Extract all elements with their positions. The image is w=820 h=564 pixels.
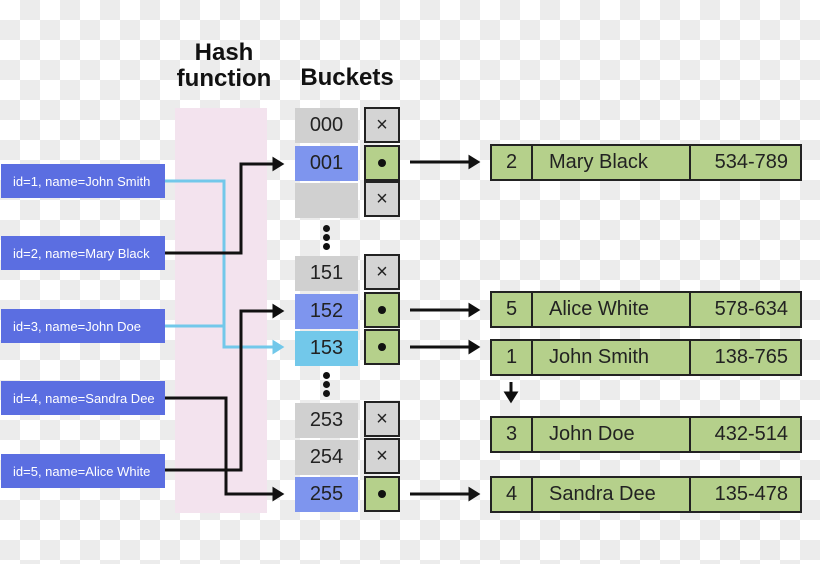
ellipsis-icon xyxy=(321,223,331,252)
pointer-cell xyxy=(364,145,400,181)
record-phone: 534-789 xyxy=(714,151,788,173)
bucket-index: 151 xyxy=(295,256,358,291)
null-pointer-cell: × xyxy=(364,107,400,143)
null-x-icon: × xyxy=(376,407,388,430)
record-row: 5 Alice White 578-634 xyxy=(490,291,802,328)
null-x-icon: × xyxy=(376,187,388,210)
pointer-dot-icon xyxy=(378,306,386,314)
null-x-icon: × xyxy=(376,444,388,467)
key-box: id=4, name=Sandra Dee xyxy=(1,381,165,415)
record-phone: 138-765 xyxy=(714,346,788,368)
pointer-dot-icon xyxy=(378,490,386,498)
null-pointer-cell: × xyxy=(364,254,400,290)
pointer-cell xyxy=(364,329,400,365)
record-name: John Doe xyxy=(533,418,691,451)
record-phone: 135-478 xyxy=(714,483,788,505)
pointer-dot-icon xyxy=(378,343,386,351)
record-id: 1 xyxy=(492,341,533,374)
key-box: id=1, name=John Smith xyxy=(1,164,165,198)
bucket-index: 152 xyxy=(295,294,358,329)
link-key1-bucket153 xyxy=(165,179,285,355)
record-id: 4 xyxy=(492,478,533,511)
bucket-index xyxy=(295,183,358,218)
record-id: 5 xyxy=(492,293,533,326)
null-pointer-cell: × xyxy=(364,181,400,217)
bucket-index: 153 xyxy=(295,331,358,366)
record-phone: 578-634 xyxy=(714,298,788,320)
key-box: id=5, name=Alice White xyxy=(1,454,165,488)
pointer-cell xyxy=(364,292,400,328)
record-row: 4 Sandra Dee 135-478 xyxy=(490,476,802,513)
key-box: id=3, name=John Doe xyxy=(1,309,165,343)
record-id: 2 xyxy=(492,146,533,179)
bucket-index: 254 xyxy=(295,440,358,475)
record-name: Sandra Dee xyxy=(533,478,691,511)
bucket-index: 001 xyxy=(295,146,358,181)
ellipsis-icon xyxy=(321,370,331,399)
null-pointer-cell: × xyxy=(364,401,400,437)
bucket-index: 255 xyxy=(295,477,358,512)
record-phone: 432-514 xyxy=(714,423,788,445)
bucket-index: 000 xyxy=(295,108,358,143)
record-name: Mary Black xyxy=(533,146,691,179)
record-name: Alice White xyxy=(533,293,691,326)
pointer-cell xyxy=(364,476,400,512)
key-box: id=2, name=Mary Black xyxy=(1,236,165,270)
record-row: 1 John Smith 138-765 xyxy=(490,339,802,376)
record-id: 3 xyxy=(492,418,533,451)
pointer-dot-icon xyxy=(378,159,386,167)
link-key4-bucket255 xyxy=(165,396,285,502)
record-row: 3 John Doe 432-514 xyxy=(490,416,802,453)
null-pointer-cell: × xyxy=(364,438,400,474)
null-x-icon: × xyxy=(376,113,388,136)
null-x-icon: × xyxy=(376,260,388,283)
bucket-index: 253 xyxy=(295,403,358,438)
record-name: John Smith xyxy=(533,341,691,374)
record-row: 2 Mary Black 534-789 xyxy=(490,144,802,181)
